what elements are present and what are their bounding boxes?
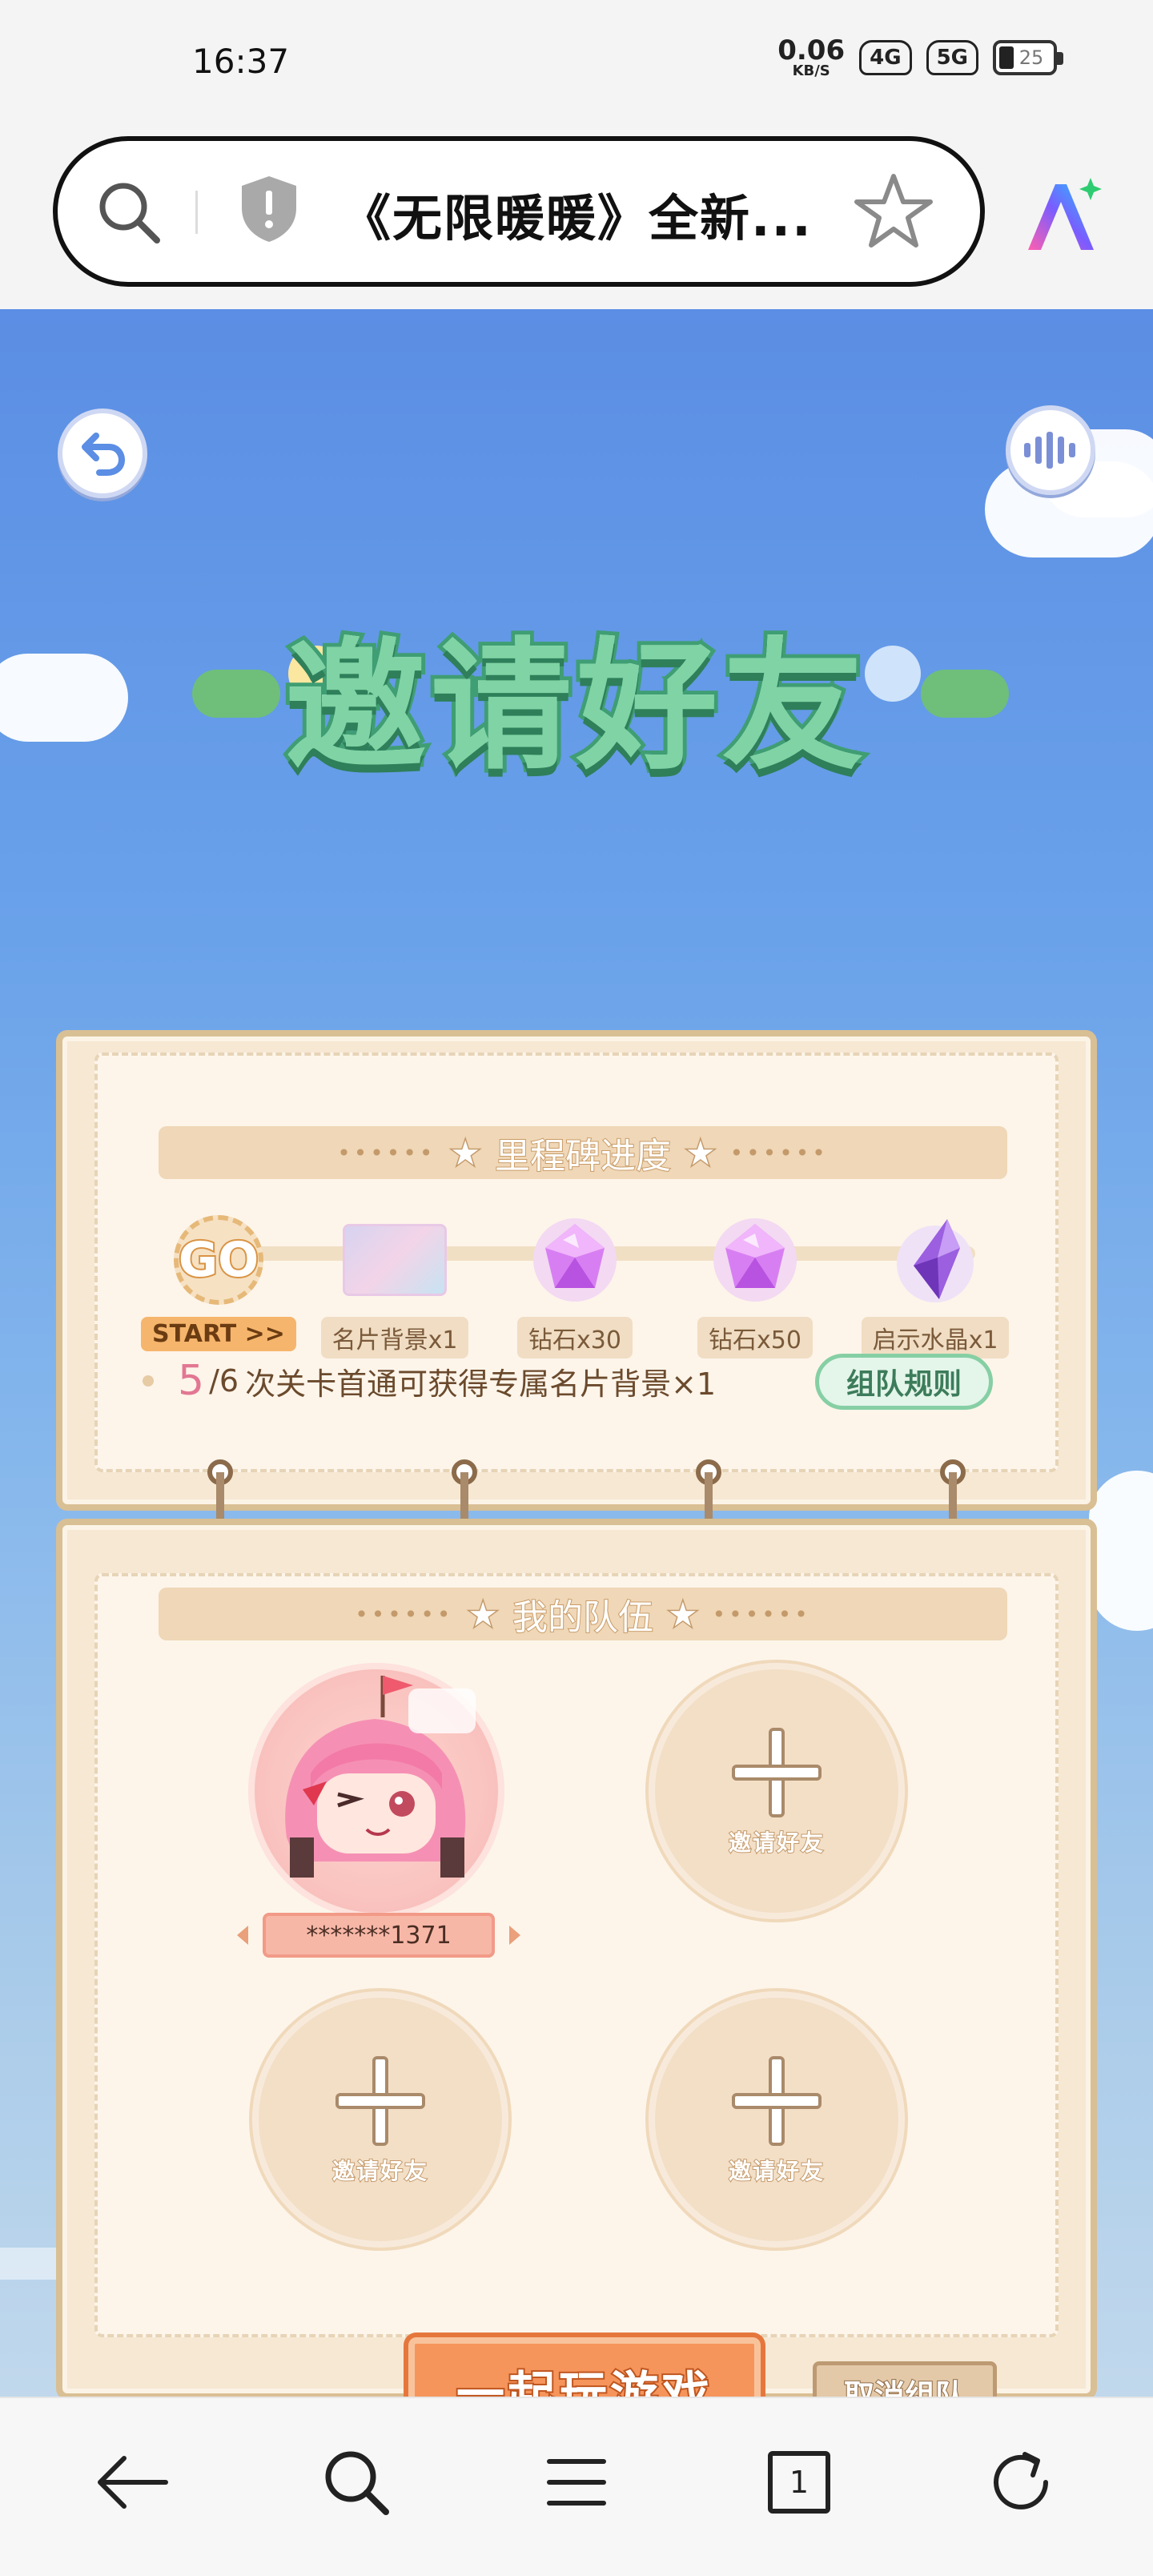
- back-icon: [82, 433, 126, 476]
- invite-slot-label: 邀请好友: [728, 1829, 825, 1857]
- member-name-tag: *******1371: [263, 1913, 495, 1958]
- network-speed: 0.06 KB/S: [777, 37, 845, 78]
- tabs-icon: 1: [768, 2451, 830, 2514]
- invite-slot-label: 邀请好友: [728, 2157, 825, 2185]
- team-rules-button[interactable]: 组队规则: [815, 1354, 993, 1410]
- status-indicators: 0.06 KB/S 4G 5G 25: [777, 37, 1063, 78]
- star-icon: ★: [449, 1132, 482, 1173]
- team-member-slot[interactable]: [248, 1663, 504, 1919]
- avatar: [285, 1676, 476, 1878]
- signal-4g-icon: 4G: [859, 40, 912, 75]
- ai-assistant-icon[interactable]: [1017, 173, 1105, 261]
- nav-back-button[interactable]: [88, 2438, 176, 2526]
- address-bar[interactable]: 《无限暖暖》全新...: [53, 136, 985, 287]
- milestone-start: GO START >>: [139, 1208, 299, 1351]
- invite-friend-slot[interactable]: 邀请好友: [649, 1991, 905, 2248]
- plus-icon: [732, 1728, 822, 1817]
- signal-5g-icon: 5G: [926, 40, 978, 75]
- plus-icon: [732, 2056, 822, 2146]
- decoration-dots: ••••••: [712, 1600, 811, 1628]
- nav-menu-button[interactable]: [532, 2438, 621, 2526]
- team-header-text: 我的队伍: [512, 1596, 654, 1639]
- milestone-namecard[interactable]: 名片背景x1: [315, 1208, 475, 1358]
- team-header: •••••• ★ 我的队伍 ★ ••••••: [159, 1588, 1007, 1640]
- back-button[interactable]: [58, 409, 147, 498]
- invite-friend-slot[interactable]: 邀请好友: [649, 1663, 905, 1919]
- invite-board: •••••• ★ 里程碑进度 ★ •••••• GO START >> 名片背景…: [56, 726, 1097, 2397]
- milestone-panel: •••••• ★ 里程碑进度 ★ •••••• GO START >> 名片背景…: [56, 1030, 1097, 1511]
- battery-icon: 25: [993, 40, 1063, 75]
- milestone-diamond-50[interactable]: 钻石x50: [675, 1208, 835, 1358]
- menu-icon: [547, 2459, 606, 2506]
- milestone-label: START >>: [141, 1317, 296, 1351]
- bullet-dot: [143, 1375, 154, 1387]
- cloud-decoration: [1089, 1471, 1153, 1631]
- diamond-icon: [713, 1218, 797, 1302]
- cancel-team-button[interactable]: 取消组队: [813, 2361, 997, 2397]
- decoration-dots: ••••••: [337, 1139, 436, 1166]
- play-together-button[interactable]: 一起玩游戏: [408, 2337, 761, 2397]
- page-title: 邀请好友: [281, 621, 868, 793]
- milestone-header-text: 里程碑进度: [494, 1135, 672, 1177]
- sound-icon: [1024, 432, 1075, 469]
- address-separator: [195, 191, 198, 234]
- sound-button[interactable]: [1006, 405, 1095, 495]
- namecard-background-icon: [343, 1224, 447, 1296]
- decoration-dots: ••••••: [729, 1139, 829, 1166]
- team-panel-inner: [94, 1573, 1059, 2337]
- progress-current: 5: [178, 1357, 205, 1405]
- network-speed-unit: KB/S: [792, 62, 830, 79]
- flower-decoration: [192, 670, 280, 718]
- tab-count: 1: [789, 2465, 810, 2500]
- milestone-diamond-30[interactable]: 钻石x30: [495, 1208, 655, 1358]
- title-banner: 邀请好友: [192, 606, 1009, 793]
- plus-icon: [335, 2056, 425, 2146]
- diamond-icon: [533, 1218, 617, 1302]
- flower-decoration: [921, 670, 1009, 718]
- go-badge-icon: GO: [174, 1215, 263, 1305]
- nav-refresh-button[interactable]: [977, 2438, 1065, 2526]
- status-bar: 16:37 0.06 KB/S 4G 5G 25: [0, 0, 1153, 128]
- refresh-icon: [994, 2452, 1048, 2510]
- browser-nav-bar: 1: [0, 2397, 1153, 2576]
- search-icon: [325, 2451, 389, 2515]
- nav-search-button[interactable]: [312, 2438, 400, 2526]
- nav-tabs-button[interactable]: 1: [755, 2438, 843, 2526]
- left-arrow-icon: [237, 1926, 248, 1945]
- star-icon: ★: [467, 1593, 500, 1635]
- star-icon[interactable]: [852, 170, 935, 253]
- back-arrow-icon: [98, 2456, 168, 2509]
- network-speed-value: 0.06: [777, 34, 846, 66]
- milestone-crystal[interactable]: 启示水晶x1: [855, 1208, 1015, 1358]
- search-icon[interactable]: [93, 176, 165, 248]
- battery-level: 25: [1018, 46, 1044, 69]
- shield-icon[interactable]: [237, 173, 301, 245]
- invite-slot-label: 邀请好友: [331, 2157, 428, 2185]
- star-icon: ★: [685, 1132, 717, 1173]
- team-panel: •••••• ★ 我的队伍 ★ ••••••: [56, 1519, 1097, 2397]
- progress-description: 次关卡首通可获得专属名片背景×1: [245, 1366, 717, 1402]
- invite-friend-slot[interactable]: 邀请好友: [252, 1991, 508, 2248]
- milestone-header: •••••• ★ 里程碑进度 ★ ••••••: [159, 1126, 1007, 1179]
- star-icon: ★: [667, 1593, 700, 1635]
- status-time: 16:37: [192, 42, 290, 81]
- game-page: •••••• ★ 里程碑进度 ★ •••••• GO START >> 名片背景…: [0, 309, 1153, 2397]
- crystal-icon: [897, 1219, 974, 1302]
- page-title[interactable]: 《无限暖暖》全新...: [341, 178, 813, 250]
- progress-total: /6: [209, 1363, 239, 1399]
- browser-toolbar: 《无限暖暖》全新...: [0, 128, 1153, 309]
- flower-decoration: [865, 646, 921, 702]
- right-arrow-icon: [509, 1926, 520, 1945]
- decoration-dots: ••••••: [355, 1600, 454, 1628]
